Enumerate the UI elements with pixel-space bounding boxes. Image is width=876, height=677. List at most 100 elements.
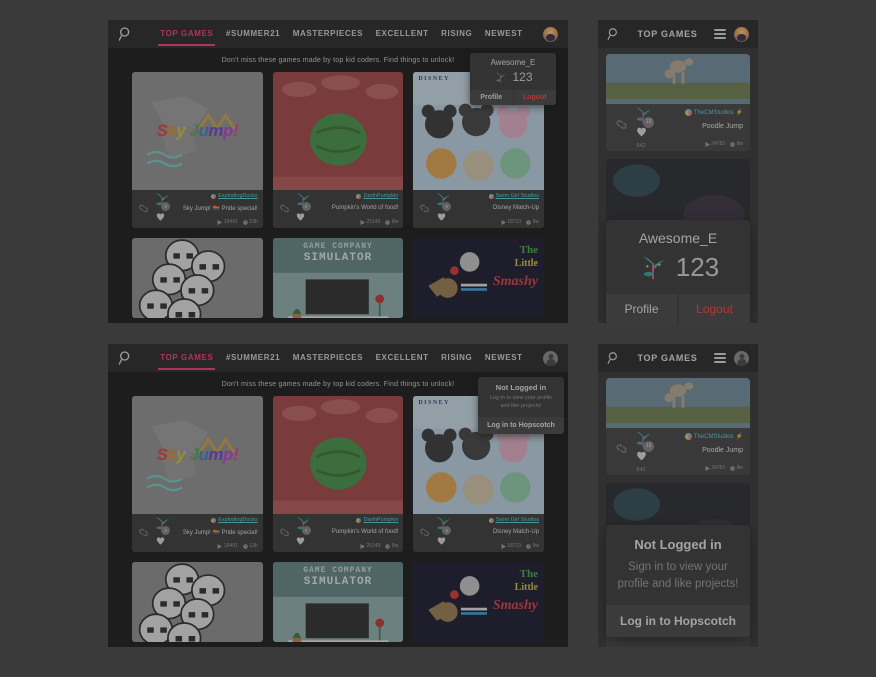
hamburger-menu-icon[interactable] xyxy=(714,29,726,39)
logout-button[interactable]: Logout xyxy=(679,294,750,323)
game-card[interactable]: Sky Jump! 3 xyxy=(132,72,263,228)
tab-excellent[interactable]: EXCELLENT xyxy=(374,347,431,369)
heart-icon[interactable] xyxy=(155,535,166,546)
avatar[interactable] xyxy=(734,350,749,366)
like-control[interactable]: 734 xyxy=(153,533,167,552)
card-author[interactable]: ExplodingDucks xyxy=(211,517,258,523)
like-control[interactable]: 771 xyxy=(294,533,308,552)
heart-icon[interactable] xyxy=(635,125,648,138)
mobile-card-author[interactable]: TheCMStudios ⚡ xyxy=(684,109,743,116)
profile-button[interactable]: Profile xyxy=(470,90,513,105)
thumbnail-game-company-simulator[interactable]: GAME COMPANY SIMULATOR xyxy=(272,238,404,318)
age-stat: 8w xyxy=(730,141,743,147)
account-modal-logged-out: Not Logged in Sign in to view your profi… xyxy=(606,525,750,637)
logout-button[interactable]: Logout xyxy=(513,90,556,105)
search-icon[interactable] xyxy=(118,350,134,366)
heart-icon[interactable] xyxy=(295,535,306,546)
tab-summer21[interactable]: #SUMMER21 xyxy=(224,347,282,369)
login-button[interactable]: Log in to Hopscotch xyxy=(606,604,750,637)
thumbnail-stormtroopers[interactable] xyxy=(132,238,263,318)
like-control[interactable]: 642 xyxy=(633,449,649,473)
like-control[interactable]: 771 xyxy=(294,209,308,228)
heart-icon[interactable] xyxy=(295,211,306,222)
heart-icon[interactable] xyxy=(635,449,648,462)
tab-masterpieces[interactable]: MASTERPIECES xyxy=(291,23,365,45)
play-stat: 25149 xyxy=(360,219,380,225)
card-author[interactable]: Swim Girl Studios xyxy=(488,193,539,199)
author-avatar-icon xyxy=(211,517,217,523)
avatar[interactable] xyxy=(734,26,749,42)
mobile-game-card[interactable]: 13 642 TheCMStudios ⚡ Poodle Jump 24783 … xyxy=(606,54,750,151)
thumbnail-poodle-jump[interactable] xyxy=(606,378,750,428)
thumbnail-pumpkin-world[interactable] xyxy=(272,72,404,190)
age-stat: 8w xyxy=(730,465,743,471)
game-card[interactable]: GAME COMPANY SIMULATOR xyxy=(272,238,404,318)
card-stats: 25149 8w xyxy=(360,219,398,225)
like-control[interactable]: 734 xyxy=(153,209,167,228)
card-stats: 19491 13h xyxy=(217,219,258,225)
heart-icon[interactable] xyxy=(155,211,166,222)
mobile-page-title: TOP GAMES xyxy=(637,353,698,363)
stormtroopers-art xyxy=(138,239,226,318)
card-title: Sky Jump! 🏳️‍🌈 Pride special! xyxy=(182,206,258,212)
tab-excellent[interactable]: EXCELLENT xyxy=(374,23,431,45)
card-author[interactable]: DarthPumpkin xyxy=(356,193,398,199)
login-button[interactable]: Log in to Hopscotch xyxy=(478,416,564,434)
game-card[interactable]: 8 771 DarthPumpkin Pumpkin's World of fo… xyxy=(272,396,404,552)
tab-rising[interactable]: RISING xyxy=(439,347,474,369)
tab-top-games[interactable]: TOP GAMES xyxy=(158,347,216,370)
play-icon xyxy=(217,543,223,549)
popover-seed-row: 123 xyxy=(470,69,556,90)
thumbnail-sky-jump[interactable]: Sky Jump! xyxy=(132,396,263,514)
game-card[interactable] xyxy=(132,238,263,318)
like-control[interactable]: 910 xyxy=(434,533,448,552)
tab-top-games[interactable]: TOP GAMES xyxy=(158,23,216,46)
game-card[interactable]: The Little Smashy xyxy=(413,238,544,318)
search-icon[interactable] xyxy=(118,26,134,42)
heart-icon[interactable] xyxy=(436,535,447,546)
like-control[interactable]: 642 xyxy=(633,125,649,149)
search-icon[interactable] xyxy=(607,27,621,41)
play-stat: 24783 xyxy=(705,465,725,471)
tab-masterpieces[interactable]: MASTERPIECES xyxy=(291,347,365,369)
game-card[interactable]: GAME COMPANY SIMULATOR xyxy=(272,562,404,642)
sprout-seed-icon xyxy=(642,256,664,279)
tab-rising[interactable]: RISING xyxy=(439,23,474,45)
thumbnail-poodle-jump[interactable] xyxy=(606,54,750,104)
tab-newest[interactable]: NEWEST xyxy=(483,347,525,369)
tab-summer21[interactable]: #SUMMER21 xyxy=(224,23,282,45)
card-author[interactable]: ExplodingDucks xyxy=(211,193,258,199)
author-name: TheCMStudios xyxy=(693,433,734,440)
thumbnail-stormtroopers[interactable] xyxy=(132,562,263,642)
mobile-card-author[interactable]: TheCMStudios ⚡ xyxy=(684,433,743,440)
mobile-card-stats: 24783 8w xyxy=(705,141,743,147)
thumbnail-pumpkin-world[interactable] xyxy=(272,396,404,514)
game-card[interactable]: The Little Smashy xyxy=(413,562,544,642)
thumbnail-sky-jump[interactable]: Sky Jump! xyxy=(132,72,263,190)
game-card[interactable] xyxy=(132,562,263,642)
like-control[interactable]: 910 xyxy=(434,209,448,228)
remix-chain-icon xyxy=(420,204,430,213)
thumb-word-smashy: Smashy xyxy=(492,598,538,613)
game-card[interactable]: 8 771 DarthPumpkin Pumpkin's World of fo… xyxy=(272,72,404,228)
avatar[interactable] xyxy=(543,26,558,42)
author-avatar-icon xyxy=(356,517,362,523)
mobile-game-card[interactable]: 13 642 TheCMStudios ⚡ Poodle Jump 24783 … xyxy=(606,378,750,475)
clock-icon xyxy=(526,543,531,549)
clock-icon xyxy=(243,219,248,225)
hamburger-menu-icon[interactable] xyxy=(714,353,726,363)
remix-chain-icon xyxy=(279,204,289,213)
thumbnail-the-little-smashy[interactable]: The Little Smashy xyxy=(413,238,544,318)
heart-icon[interactable] xyxy=(436,211,447,222)
tab-newest[interactable]: NEWEST xyxy=(483,23,525,45)
card-author[interactable]: DarthPumpkin xyxy=(356,517,398,523)
game-card[interactable]: Sky Jump! 3 xyxy=(132,396,263,552)
thumbnail-the-little-smashy[interactable]: The Little Smashy xyxy=(413,562,544,642)
clock-icon xyxy=(385,219,391,225)
thumbnail-game-company-simulator[interactable]: GAME COMPANY SIMULATOR xyxy=(272,562,404,642)
card-author[interactable]: Swim Girl Studios xyxy=(488,517,539,523)
profile-button[interactable]: Profile xyxy=(606,294,677,323)
search-icon[interactable] xyxy=(607,351,621,365)
popover-seed-count: 123 xyxy=(512,70,533,84)
avatar[interactable] xyxy=(543,350,558,366)
